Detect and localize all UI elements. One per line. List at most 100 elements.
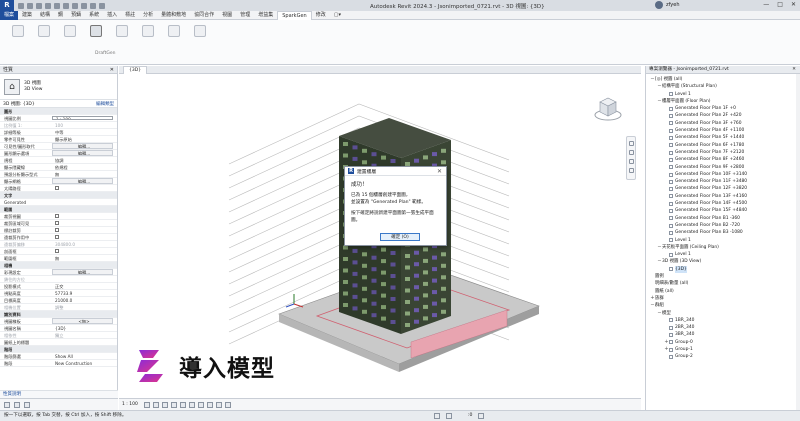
print-icon[interactable] bbox=[63, 2, 69, 9]
tree-node[interactable]: Generated Floor Plan 12F +3820 bbox=[646, 185, 800, 192]
ribbon-tab[interactable]: 鋼 bbox=[54, 11, 67, 20]
property-checkbox[interactable] bbox=[52, 220, 117, 226]
property-group-header[interactable]: 相機 bbox=[0, 262, 117, 269]
tree-node[interactable]: + 族群 bbox=[646, 295, 800, 302]
workset-icon[interactable] bbox=[24, 401, 30, 408]
tree-node[interactable]: Group-2 bbox=[646, 353, 800, 360]
ribbon-tab[interactable]: SparkGen bbox=[277, 10, 312, 20]
revit-logo-icon[interactable]: R bbox=[0, 0, 14, 11]
dialog-close-button[interactable]: ✕ bbox=[437, 168, 442, 175]
property-group-header[interactable]: 文字 bbox=[0, 192, 117, 199]
user-menu[interactable]: zfyeh bbox=[655, 1, 680, 9]
pin-icon[interactable] bbox=[14, 401, 20, 408]
toggle-icon[interactable] bbox=[4, 401, 10, 408]
property-group-header[interactable]: 範圍 bbox=[0, 206, 117, 213]
navigation-bar[interactable] bbox=[626, 136, 636, 180]
property-group-header[interactable]: 階段 bbox=[0, 346, 117, 353]
tree-node[interactable]: Generated Floor Plan 5F +1440 bbox=[646, 134, 800, 141]
property-checkbox[interactable] bbox=[52, 248, 117, 254]
undo-icon[interactable] bbox=[45, 2, 51, 9]
redo-icon[interactable] bbox=[54, 2, 60, 9]
measure-icon[interactable] bbox=[72, 2, 78, 9]
property-group-header[interactable]: 圖形 bbox=[0, 108, 117, 115]
shadows-icon[interactable] bbox=[170, 401, 177, 408]
tree-node[interactable]: −3D 視圖 (3D View) bbox=[646, 258, 800, 265]
edit-type-button[interactable]: 編輯類型 bbox=[96, 101, 114, 107]
tree-node[interactable]: + Group-0 bbox=[646, 339, 800, 346]
tree-node[interactable]: − 天花板平面圖 (Ceiling Plan) bbox=[646, 244, 800, 251]
view-tab[interactable]: {3D} bbox=[123, 66, 148, 74]
ribbon-tab[interactable]: 視圖 bbox=[218, 11, 236, 20]
orbit-icon[interactable] bbox=[628, 168, 634, 173]
type-selector[interactable]: ⌂ 3D 視圖 3D View bbox=[0, 74, 117, 100]
tree-node[interactable]: Generated Floor Plan 8F +2460 bbox=[646, 156, 800, 163]
tree-node[interactable]: 圖紙 (all) bbox=[646, 288, 800, 295]
tree-node[interactable]: Level 1 bbox=[646, 251, 800, 258]
tree-node[interactable]: Generated Floor Plan 6F +1780 bbox=[646, 142, 800, 149]
ribbon-tab[interactable]: 結構 bbox=[36, 11, 54, 20]
ok-button[interactable]: 確定 (O) bbox=[380, 233, 420, 241]
tree-node[interactable]: 圖例 bbox=[646, 273, 800, 280]
checkbox-icon[interactable] bbox=[55, 249, 59, 253]
property-edit-button[interactable]: 編輯... bbox=[52, 143, 113, 149]
instance-selector[interactable]: 3D 視圖: {3D} bbox=[3, 101, 35, 107]
tree-node[interactable]: {3D} bbox=[646, 265, 800, 274]
visual-style-icon[interactable] bbox=[152, 401, 159, 408]
tree-node[interactable]: Level 1 bbox=[646, 237, 800, 244]
ribbon-tab[interactable]: 協同合作 bbox=[190, 11, 218, 20]
tree-node[interactable]: 明細表/數量 (all) bbox=[646, 280, 800, 287]
checkbox-icon[interactable] bbox=[55, 186, 59, 190]
detail-level-icon[interactable] bbox=[143, 401, 150, 408]
minimize-button[interactable]: — bbox=[763, 1, 769, 8]
viewcube-icon[interactable] bbox=[593, 94, 623, 122]
ribbon-tab[interactable]: 量體和敷地 bbox=[157, 11, 190, 20]
ribbon-tool-3[interactable] bbox=[60, 25, 80, 39]
design-options-icon[interactable] bbox=[446, 413, 452, 419]
checkbox-icon[interactable] bbox=[55, 235, 59, 239]
ribbon-tab[interactable]: 插入 bbox=[103, 11, 121, 20]
tree-node[interactable]: Generated Floor Plan 2F +420 bbox=[646, 112, 800, 119]
close-button[interactable]: ✕ bbox=[791, 1, 796, 8]
ribbon-tool-2[interactable] bbox=[34, 25, 54, 39]
tree-node[interactable]: + Group-1 bbox=[646, 346, 800, 353]
property-checkbox[interactable] bbox=[52, 213, 117, 219]
ribbon-tab[interactable]: 檔案 bbox=[0, 10, 19, 20]
crop-view-icon[interactable] bbox=[188, 401, 195, 408]
sun-path-icon[interactable] bbox=[161, 401, 168, 408]
tree-node[interactable]: Generated Floor Plan B1 -360 bbox=[646, 215, 800, 222]
tree-node[interactable]: 3BR_340 bbox=[646, 331, 800, 338]
properties-help-link[interactable]: 性質說明 bbox=[0, 390, 118, 398]
zoom-icon[interactable] bbox=[628, 150, 634, 155]
ribbon-tab[interactable]: 建築 bbox=[18, 11, 36, 20]
tree-node[interactable]: − [◎] 視圖 (all) bbox=[646, 76, 800, 83]
tree-node[interactable]: − 模型 bbox=[646, 310, 800, 317]
tree-node[interactable]: Generated Floor Plan 3F +760 bbox=[646, 120, 800, 127]
close-icon[interactable]: ✕ bbox=[792, 66, 796, 73]
ribbon-tab[interactable]: 分析 bbox=[139, 11, 157, 20]
property-checkbox[interactable] bbox=[52, 185, 117, 191]
ribbon-tab[interactable]: 修改 bbox=[312, 11, 330, 20]
checkbox-icon[interactable] bbox=[55, 221, 59, 225]
ribbon-tab[interactable]: 標註 bbox=[121, 11, 139, 20]
3d-view-icon[interactable] bbox=[90, 2, 96, 9]
save-icon[interactable] bbox=[27, 2, 33, 9]
browser-scrollbar[interactable] bbox=[796, 74, 800, 410]
ribbon-tab[interactable]: 增益集 bbox=[254, 11, 277, 20]
render-icon[interactable] bbox=[179, 401, 186, 408]
tree-node[interactable]: Generated Floor Plan 10F +3140 bbox=[646, 171, 800, 178]
worksharing-icon[interactable] bbox=[434, 413, 440, 419]
ribbon-tool-8[interactable] bbox=[190, 25, 210, 39]
view-scale[interactable]: 1 : 100 bbox=[122, 402, 138, 407]
property-edit-button[interactable]: 編輯... bbox=[52, 150, 113, 156]
tree-node[interactable]: Generated Floor Plan 11F +3480 bbox=[646, 178, 800, 185]
tree-node[interactable]: 2BR_340 bbox=[646, 324, 800, 331]
ribbon-tab[interactable]: 管理 bbox=[236, 11, 254, 20]
sync-icon[interactable] bbox=[36, 2, 42, 9]
ribbon-tool-1[interactable] bbox=[8, 25, 28, 39]
tree-node[interactable]: Generated Floor Plan 7F +2120 bbox=[646, 149, 800, 156]
hide-isolate-icon[interactable] bbox=[215, 401, 222, 408]
ribbon-tab[interactable]: 系統 bbox=[85, 11, 103, 20]
text-icon[interactable] bbox=[81, 2, 87, 9]
lock-icon[interactable] bbox=[206, 401, 213, 408]
ribbon-tool-4[interactable] bbox=[86, 25, 106, 39]
